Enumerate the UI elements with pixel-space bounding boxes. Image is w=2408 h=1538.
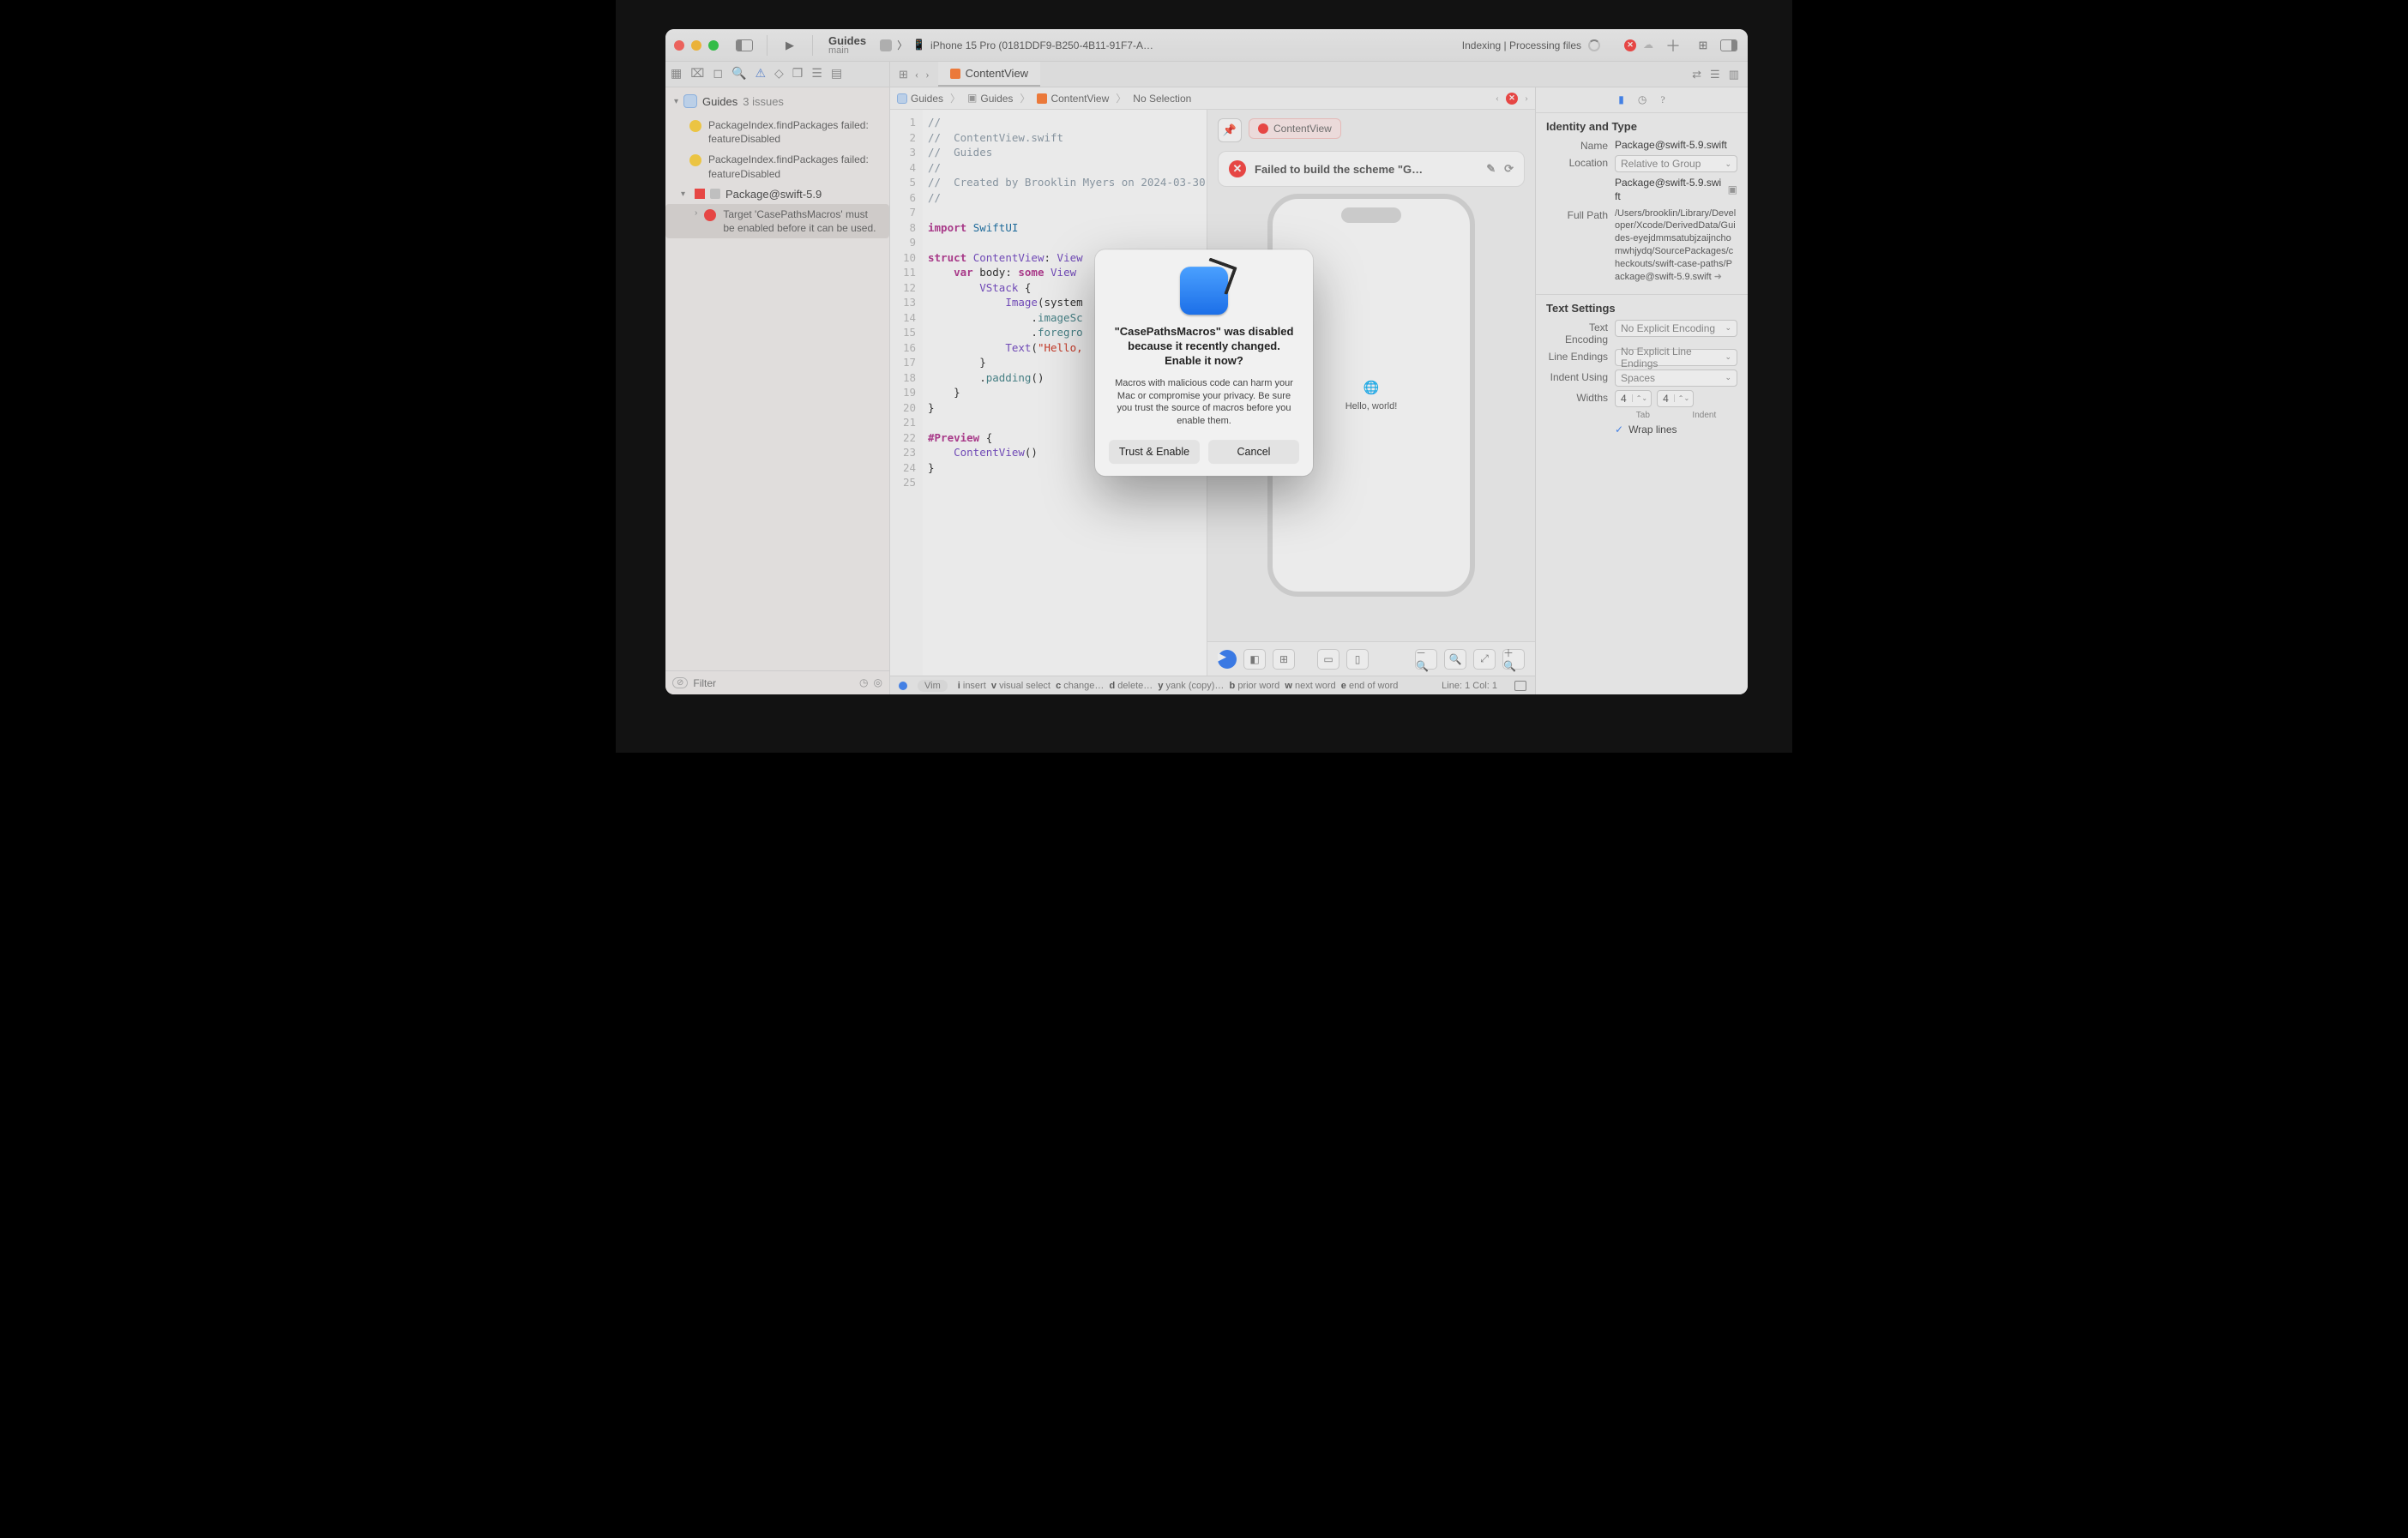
trust-enable-button[interactable]: Trust & Enable — [1109, 440, 1200, 464]
xcode-app-icon — [1180, 267, 1228, 315]
dialog-title: "CasePathsMacros" was disabled because i… — [1109, 325, 1299, 369]
cancel-button[interactable]: Cancel — [1208, 440, 1299, 464]
macro-trust-dialog: "CasePathsMacros" was disabled because i… — [1095, 249, 1313, 476]
dialog-body: Macros with malicious code can harm your… — [1109, 377, 1299, 428]
